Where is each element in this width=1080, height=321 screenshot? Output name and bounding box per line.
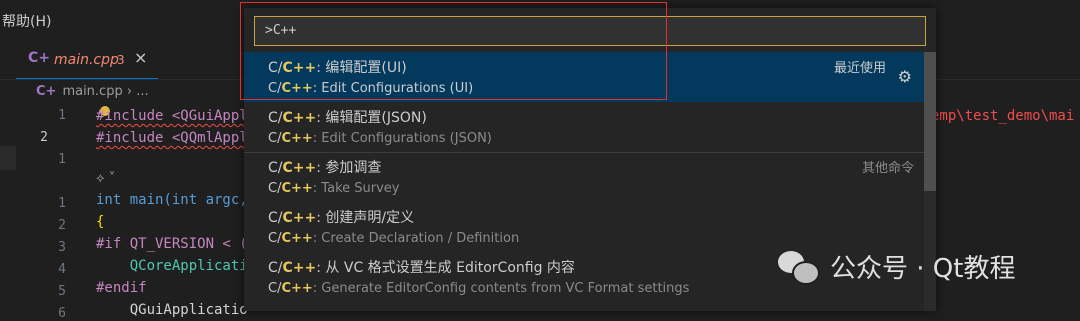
match-highlight: C++: [282, 210, 317, 226]
wechat-logo-icon: [778, 249, 820, 285]
line-number: 5: [58, 284, 66, 299]
group-separator: [244, 152, 924, 153]
command-prefix: C/: [268, 181, 282, 196]
breadcrumb-file[interactable]: main.cpp: [62, 84, 122, 99]
line-number: 1: [58, 152, 66, 167]
line-number: 2: [40, 130, 48, 145]
match-highlight: C++: [281, 281, 313, 296]
command-prefix: C/: [268, 281, 282, 296]
current-line-gutter: [0, 146, 16, 170]
line-number: 6: [58, 306, 66, 321]
breadcrumb-more[interactable]: ...: [136, 84, 148, 99]
line-number: 1: [58, 108, 66, 123]
command-text: : 从 VC 格式设置生成 EditorConfig 内容: [316, 260, 575, 276]
line-number: 1: [58, 196, 66, 211]
code-line[interactable]: #include <QGuiAppl: [96, 108, 248, 124]
cpp-file-icon: C+: [36, 84, 57, 99]
command-detail: C/C++: Create Declaration / Definition: [268, 231, 519, 246]
command-detail-text: : Take Survey: [312, 181, 400, 196]
tab-filename: main.cpp: [54, 52, 119, 68]
line-number: 2: [58, 218, 66, 233]
annotation-highlight-box: [240, 2, 667, 100]
editor-tab-main-cpp[interactable]: C+ main.cpp 3 ×: [16, 42, 158, 80]
command-prefix: C/: [268, 231, 282, 246]
match-highlight: C++: [282, 110, 317, 126]
command-prefix: C/: [268, 260, 283, 276]
command-item[interactable]: C/C++: 参加调查 C/C++: Take Survey 其他命令: [244, 152, 924, 202]
command-label: C/C++: 从 VC 格式设置生成 EditorConfig 内容: [268, 257, 575, 277]
command-item[interactable]: C/C++: 编辑配置(JSON) C/C++: Edit Configurati…: [244, 102, 924, 152]
code-line[interactable]: int main(int argc,: [96, 192, 248, 208]
command-prefix: C/: [268, 210, 283, 226]
command-detail: C/C++: Edit Configurations (JSON): [268, 131, 492, 146]
command-text: : 参加调查: [316, 160, 382, 176]
command-detail-text: : Edit Configurations (JSON): [312, 131, 492, 146]
line-number: 4: [58, 262, 66, 277]
breadcrumb-separator: ›: [126, 84, 133, 99]
command-prefix: C/: [268, 160, 283, 176]
code-line[interactable]: {: [96, 214, 104, 230]
command-prefix: C/: [268, 110, 283, 126]
close-icon[interactable]: ×: [134, 48, 147, 67]
command-label: C/C++: 参加调查: [268, 157, 381, 177]
command-label: C/C++: 编辑配置(JSON): [268, 107, 427, 127]
line-number: 3: [58, 240, 66, 255]
menu-help[interactable]: 帮助(H): [2, 11, 51, 31]
code-line[interactable]: #include <QQmlAppl: [96, 130, 248, 146]
scrollbar-thumb[interactable]: [924, 52, 936, 191]
fold-chevron-icon[interactable]: ⟡ ˅: [96, 171, 115, 186]
command-text: : 编辑配置(JSON): [316, 110, 427, 126]
include-error-path: emp\test_demo\mai: [931, 108, 1075, 124]
watermark-text: 公众号 · Qt教程: [830, 253, 1016, 284]
code-line[interactable]: QGuiApplicatio: [96, 302, 248, 318]
match-highlight: C++: [281, 181, 313, 196]
match-highlight: C++: [281, 131, 313, 146]
gear-icon[interactable]: ⚙: [898, 67, 912, 86]
cpp-file-icon: C+: [28, 50, 51, 66]
command-group-label: 最近使用: [833, 61, 886, 76]
command-item[interactable]: C/C++: 创建声明/定义 C/C++: Create Declaration …: [244, 202, 924, 252]
code-line[interactable]: #if QT_VERSION < (: [96, 236, 248, 252]
breadcrumb: C+ main.cpp › ...: [36, 84, 149, 99]
command-detail-text: : Create Declaration / Definition: [312, 231, 520, 246]
code-line[interactable]: QCoreApplicati: [96, 258, 248, 274]
match-highlight: C++: [282, 160, 317, 176]
command-detail-text: : Generate EditorConfig contents from VC…: [312, 281, 690, 296]
command-prefix: C/: [268, 131, 282, 146]
command-group-label: 其他命令: [861, 161, 914, 176]
command-detail: C/C++: Take Survey: [268, 181, 399, 196]
match-highlight: C++: [282, 260, 317, 276]
watermark: 公众号 · Qt教程: [778, 246, 1015, 286]
code-line[interactable]: #endif: [96, 280, 147, 296]
command-label: C/C++: 创建声明/定义: [268, 207, 414, 227]
problem-count-badge: 3: [117, 53, 125, 67]
match-highlight: C++: [281, 231, 313, 246]
command-text: : 创建声明/定义: [316, 210, 415, 226]
command-detail: C/C++: Generate EditorConfig contents fr…: [268, 281, 689, 296]
